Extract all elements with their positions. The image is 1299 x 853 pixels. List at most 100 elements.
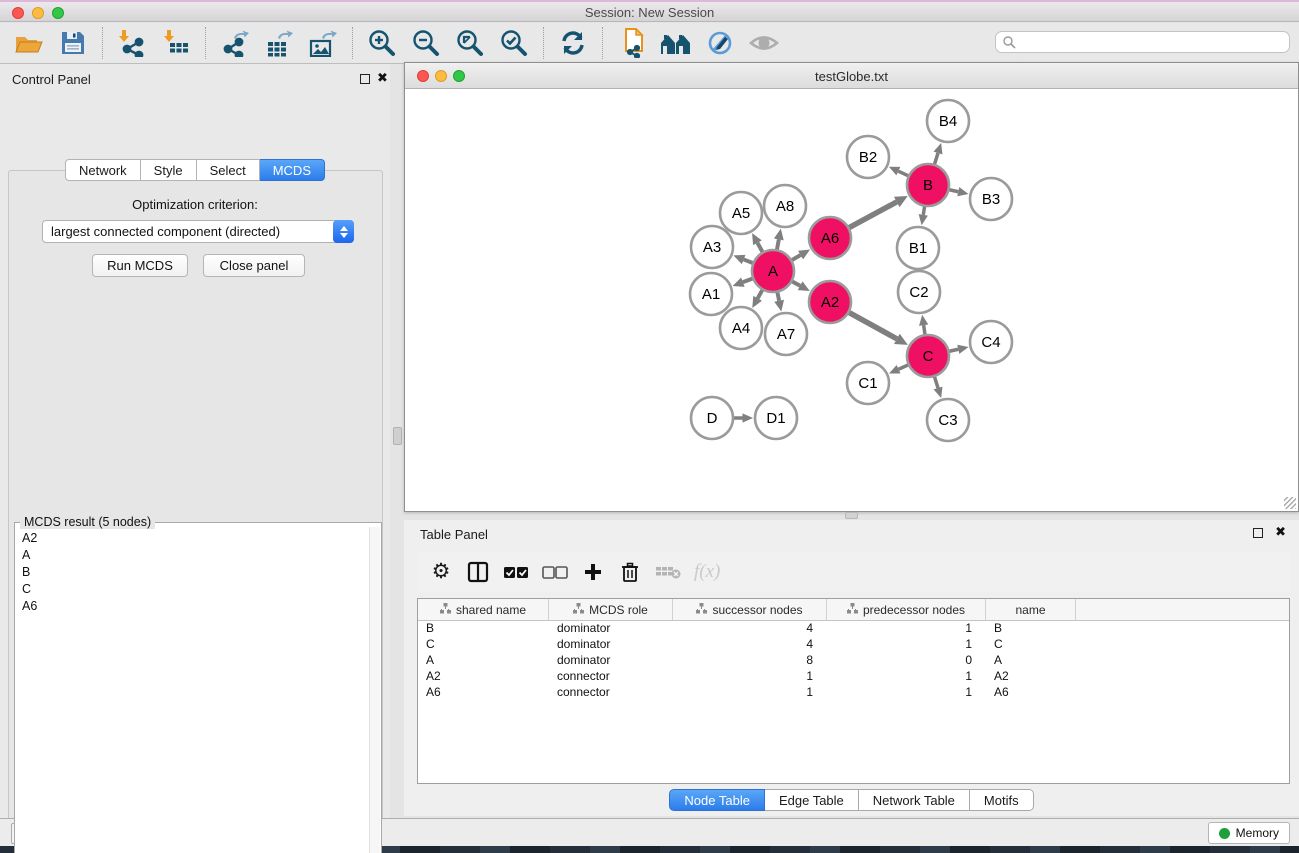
tab-motifs[interactable]: Motifs <box>970 789 1034 811</box>
close-panel-icon[interactable]: ✖ <box>377 71 388 85</box>
result-item[interactable]: A <box>15 546 369 563</box>
new-network-from-file-icon[interactable] <box>615 27 649 59</box>
graph-node-B4[interactable]: B4 <box>927 100 969 142</box>
graph-node-A5[interactable]: A5 <box>720 192 762 234</box>
cell-name[interactable]: A <box>986 653 1076 669</box>
graph-node-C2[interactable]: C2 <box>898 271 940 313</box>
cell-MCDS-role[interactable]: connector <box>549 669 673 685</box>
graph-node-C[interactable]: C <box>907 335 949 377</box>
tab-mcds[interactable]: MCDS <box>260 159 325 181</box>
import-network-icon[interactable] <box>115 27 149 59</box>
open-file-icon[interactable] <box>12 27 46 59</box>
cell-name[interactable]: C <box>986 637 1076 653</box>
cell-shared-name[interactable]: A <box>418 653 549 669</box>
cell-shared-name[interactable]: A2 <box>418 669 549 685</box>
tab-network-table[interactable]: Network Table <box>859 789 970 811</box>
cell-MCDS-role[interactable]: dominator <box>549 653 673 669</box>
zoom-in-icon[interactable] <box>365 27 399 59</box>
tab-network[interactable]: Network <box>65 159 141 181</box>
graph-node-A3[interactable]: A3 <box>691 226 733 268</box>
cell-shared-name[interactable]: A6 <box>418 685 549 701</box>
table-row[interactable]: Bdominator41B <box>418 621 1289 637</box>
delete-row-icon[interactable] <box>618 558 642 586</box>
result-item[interactable]: B <box>15 563 369 580</box>
cell-shared-name[interactable]: B <box>418 621 549 637</box>
column-header-predecessor-nodes[interactable]: predecessor nodes <box>827 599 986 620</box>
select-all-icon[interactable] <box>503 558 529 586</box>
cell-predecessor-nodes[interactable]: 1 <box>827 669 986 685</box>
result-item[interactable]: C <box>15 580 369 597</box>
criterion-dropdown[interactable]: largest connected component (directed) <box>42 220 354 243</box>
graph-node-D[interactable]: D <box>691 397 733 439</box>
tab-node-table[interactable]: Node Table <box>669 789 765 811</box>
cell-successor-nodes[interactable]: 4 <box>673 621 827 637</box>
result-item[interactable]: A2 <box>15 529 369 546</box>
table-row[interactable]: A2connector11A2 <box>418 669 1289 685</box>
float-table-panel-icon[interactable] <box>1253 528 1263 538</box>
float-panel-icon[interactable] <box>360 74 370 84</box>
zoom-out-icon[interactable] <box>409 27 443 59</box>
show-column-icon[interactable] <box>466 558 490 586</box>
cell-MCDS-role[interactable]: dominator <box>549 621 673 637</box>
close-panel-button[interactable]: Close panel <box>203 254 305 277</box>
graph-node-A1[interactable]: A1 <box>690 273 732 315</box>
graph-node-C3[interactable]: C3 <box>927 399 969 441</box>
tab-style[interactable]: Style <box>141 159 197 181</box>
first-neighbors-icon[interactable] <box>659 27 693 59</box>
cell-name[interactable]: A6 <box>986 685 1076 701</box>
graph-node-A[interactable]: A <box>752 250 794 292</box>
add-row-icon[interactable] <box>581 558 605 586</box>
table-row[interactable]: Adominator80A <box>418 653 1289 669</box>
cell-predecessor-nodes[interactable]: 1 <box>827 685 986 701</box>
cell-name[interactable]: A2 <box>986 669 1076 685</box>
graph-node-B2[interactable]: B2 <box>847 136 889 178</box>
cell-predecessor-nodes[interactable]: 1 <box>827 637 986 653</box>
export-network-icon[interactable] <box>218 27 252 59</box>
tab-select[interactable]: Select <box>197 159 260 181</box>
graph-node-A7[interactable]: A7 <box>765 313 807 355</box>
horizontal-split-handle[interactable] <box>845 512 858 519</box>
column-header-successor-nodes[interactable]: successor nodes <box>673 599 827 620</box>
cell-successor-nodes[interactable]: 1 <box>673 669 827 685</box>
graph-node-A6[interactable]: A6 <box>809 217 851 259</box>
graph-node-B3[interactable]: B3 <box>970 178 1012 220</box>
settings-gear-icon[interactable]: ⚙ <box>429 558 453 586</box>
cell-name[interactable]: B <box>986 621 1076 637</box>
graph-node-D1[interactable]: D1 <box>755 397 797 439</box>
close-table-panel-icon[interactable]: ✖ <box>1275 525 1286 539</box>
graph-node-A2[interactable]: A2 <box>809 281 851 323</box>
search-input[interactable] <box>995 31 1290 53</box>
zoom-fit-icon[interactable] <box>453 27 487 59</box>
graph-node-B1[interactable]: B1 <box>897 227 939 269</box>
column-header-shared-name[interactable]: shared name <box>418 599 549 620</box>
resize-grip-icon[interactable] <box>1284 497 1296 509</box>
column-header-name[interactable]: name <box>986 599 1076 620</box>
tab-edge-table[interactable]: Edge Table <box>765 789 859 811</box>
cell-successor-nodes[interactable]: 8 <box>673 653 827 669</box>
cell-MCDS-role[interactable]: connector <box>549 685 673 701</box>
cell-successor-nodes[interactable]: 4 <box>673 637 827 653</box>
graph-node-C4[interactable]: C4 <box>970 321 1012 363</box>
unselect-all-icon[interactable] <box>542 558 568 586</box>
column-header-MCDS-role[interactable]: MCDS role <box>549 599 673 620</box>
cell-successor-nodes[interactable]: 1 <box>673 685 827 701</box>
hide-graphics-details-icon[interactable] <box>703 27 737 59</box>
graph-node-C1[interactable]: C1 <box>847 362 889 404</box>
graph-node-B[interactable]: B <box>907 164 949 206</box>
run-mcds-button[interactable]: Run MCDS <box>92 254 188 277</box>
table-row[interactable]: A6connector11A6 <box>418 685 1289 701</box>
result-item[interactable]: A6 <box>15 597 369 614</box>
edge-A6-B[interactable] <box>847 202 897 229</box>
vertical-split-handle[interactable] <box>393 427 402 445</box>
result-scrollbar[interactable] <box>369 527 380 853</box>
show-graphics-details-icon[interactable] <box>747 27 781 59</box>
table-row[interactable]: Cdominator41C <box>418 637 1289 653</box>
save-session-icon[interactable] <box>56 27 90 59</box>
refresh-view-icon[interactable] <box>556 27 590 59</box>
graph-node-A4[interactable]: A4 <box>720 307 762 349</box>
cell-predecessor-nodes[interactable]: 1 <box>827 621 986 637</box>
graph-node-A8[interactable]: A8 <box>764 185 806 227</box>
zoom-selected-icon[interactable] <box>497 27 531 59</box>
cell-predecessor-nodes[interactable]: 0 <box>827 653 986 669</box>
export-image-icon[interactable] <box>306 27 340 59</box>
